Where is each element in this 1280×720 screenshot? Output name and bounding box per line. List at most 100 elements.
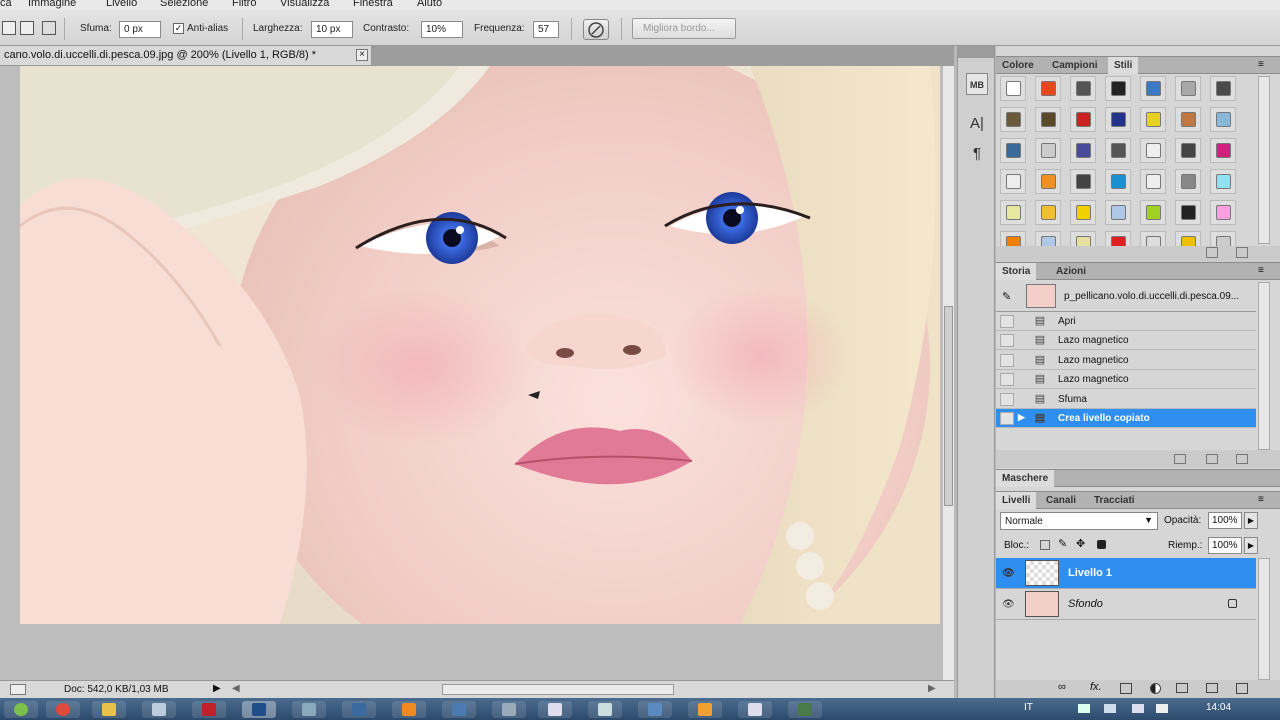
opacity-arrow-icon[interactable]: ▶: [1244, 512, 1258, 529]
history-item[interactable]: ▤ Lazo magnetico: [996, 351, 1256, 370]
app-icon[interactable]: [588, 701, 622, 718]
style-swatch[interactable]: [1035, 200, 1061, 225]
style-swatch[interactable]: [1175, 138, 1201, 163]
language-indicator[interactable]: IT: [1024, 702, 1033, 713]
clock[interactable]: 14:04: [1206, 702, 1231, 713]
lock-position-icon[interactable]: ✥: [1076, 537, 1085, 550]
menu-item-filtro[interactable]: Filtro: [232, 0, 256, 9]
frequency-input[interactable]: 57: [533, 21, 559, 38]
tray-battery-icon[interactable]: [1132, 704, 1144, 713]
styles-scrollbar[interactable]: [1258, 76, 1270, 244]
history-item[interactable]: ▤ Apri: [996, 312, 1256, 331]
close-tab-icon[interactable]: ×: [356, 49, 368, 61]
style-swatch[interactable]: [1070, 76, 1096, 101]
intersect-selection-icon[interactable]: [42, 21, 56, 35]
style-swatch[interactable]: [1105, 200, 1131, 225]
app-icon[interactable]: [342, 701, 376, 718]
tray-network-icon[interactable]: [1104, 704, 1116, 713]
menu-item[interactable]: ca: [0, 0, 12, 9]
history-source-box[interactable]: [1000, 392, 1014, 406]
style-swatch[interactable]: [1210, 200, 1236, 225]
scroll-right-icon[interactable]: ▶: [928, 683, 936, 694]
history-source-box[interactable]: [1000, 334, 1014, 348]
tab-tracciati[interactable]: Tracciati: [1088, 492, 1141, 509]
link-layers-icon[interactable]: ∞: [1058, 681, 1066, 693]
style-swatch[interactable]: [1105, 107, 1131, 132]
refine-edge-button[interactable]: Migliora bordo...: [632, 18, 736, 39]
app-icon[interactable]: [688, 701, 722, 718]
style-swatch[interactable]: [1035, 138, 1061, 163]
menu-item-aiuto[interactable]: Aiuto: [417, 0, 442, 9]
menu-item-immagine[interactable]: Immagine: [28, 0, 76, 9]
tray-flag-icon[interactable]: [1078, 704, 1090, 713]
media-player-icon[interactable]: [392, 701, 426, 718]
menu-item-visualizza[interactable]: Visualizza: [280, 0, 329, 9]
history-item[interactable]: ▤ Sfuma: [996, 390, 1256, 409]
vertical-scrollbar[interactable]: [942, 66, 954, 680]
style-swatch[interactable]: [1175, 200, 1201, 225]
style-swatch[interactable]: [1070, 107, 1096, 132]
zoom-icon[interactable]: [10, 684, 26, 695]
document-canvas[interactable]: [20, 66, 940, 624]
panel-menu-icon[interactable]: ≡: [1258, 265, 1264, 276]
history-item[interactable]: ▤ Lazo magnetico: [996, 331, 1256, 351]
history-source-box[interactable]: [1000, 412, 1014, 425]
app-icon[interactable]: [738, 701, 772, 718]
new-style-icon[interactable]: [1206, 247, 1218, 258]
style-swatch[interactable]: [1000, 107, 1026, 132]
mini-bridge-icon[interactable]: MB: [966, 73, 988, 95]
flash-icon[interactable]: [192, 701, 226, 718]
style-swatch[interactable]: [1105, 231, 1131, 246]
app-icon[interactable]: [492, 701, 526, 718]
scroll-thumb[interactable]: [944, 306, 953, 506]
style-swatch[interactable]: [1175, 76, 1201, 101]
visibility-eye-icon[interactable]: 👁: [1002, 568, 1015, 579]
history-source-box[interactable]: [1000, 353, 1014, 367]
app-icon[interactable]: [442, 701, 476, 718]
style-swatch[interactable]: [1140, 138, 1166, 163]
style-swatch[interactable]: [1070, 200, 1096, 225]
lock-all-icon[interactable]: [1097, 540, 1106, 549]
style-swatch[interactable]: [1035, 76, 1061, 101]
history-item[interactable]: ▶ ▤ Crea livello copiato: [996, 409, 1256, 428]
history-snapshot[interactable]: ✎ p_pellicano.volo.di.uccelli.di.pesca.0…: [996, 282, 1256, 312]
lock-pixels-icon[interactable]: ✎: [1058, 537, 1067, 550]
style-swatch[interactable]: [1140, 169, 1166, 194]
tab-maschere[interactable]: Maschere: [996, 470, 1055, 487]
app-icon[interactable]: [788, 701, 822, 718]
style-swatch[interactable]: [1140, 76, 1166, 101]
history-item[interactable]: ▤ Lazo magnetico: [996, 370, 1256, 390]
style-swatch[interactable]: [1070, 231, 1096, 246]
tab-canali[interactable]: Canali: [1040, 492, 1082, 509]
history-source-box[interactable]: [1000, 373, 1014, 387]
add-mask-icon[interactable]: [1120, 683, 1132, 694]
width-input[interactable]: 10 px: [311, 21, 353, 38]
style-swatch[interactable]: [1210, 76, 1236, 101]
style-swatch[interactable]: [1105, 169, 1131, 194]
app-icon[interactable]: [292, 701, 326, 718]
document-size[interactable]: Doc: 542,0 KB/1,03 MB: [64, 684, 169, 695]
add-selection-icon[interactable]: [20, 21, 34, 35]
style-swatch[interactable]: [1105, 76, 1131, 101]
style-swatch[interactable]: [1140, 231, 1166, 246]
chrome-icon[interactable]: [46, 701, 80, 718]
adjustment-layer-icon[interactable]: [1150, 683, 1161, 694]
layer-row[interactable]: 👁 Livello 1: [996, 558, 1256, 589]
tablet-pressure-button[interactable]: [583, 19, 609, 40]
fill-input[interactable]: 100%: [1208, 537, 1242, 554]
tab-stili[interactable]: Stili: [1108, 57, 1139, 74]
style-swatch[interactable]: [1035, 107, 1061, 132]
panel-menu-icon[interactable]: ≡: [1258, 494, 1264, 505]
tab-azioni[interactable]: Azioni: [1050, 263, 1092, 280]
trash-icon[interactable]: [1236, 454, 1248, 464]
status-menu-arrow-icon[interactable]: ▶: [213, 683, 221, 694]
horizontal-scroll-thumb[interactable]: [442, 684, 674, 695]
style-swatch[interactable]: [1210, 107, 1236, 132]
paragraph-icon[interactable]: ¶: [966, 143, 988, 165]
style-swatch[interactable]: [1210, 231, 1236, 246]
panel-menu-icon[interactable]: ≡: [1258, 59, 1264, 70]
photoshop-icon[interactable]: [242, 701, 276, 718]
layer-row[interactable]: 👁 Sfondo: [996, 589, 1256, 620]
tab-campioni[interactable]: Campioni: [1046, 57, 1104, 74]
explorer-icon[interactable]: [92, 701, 126, 718]
